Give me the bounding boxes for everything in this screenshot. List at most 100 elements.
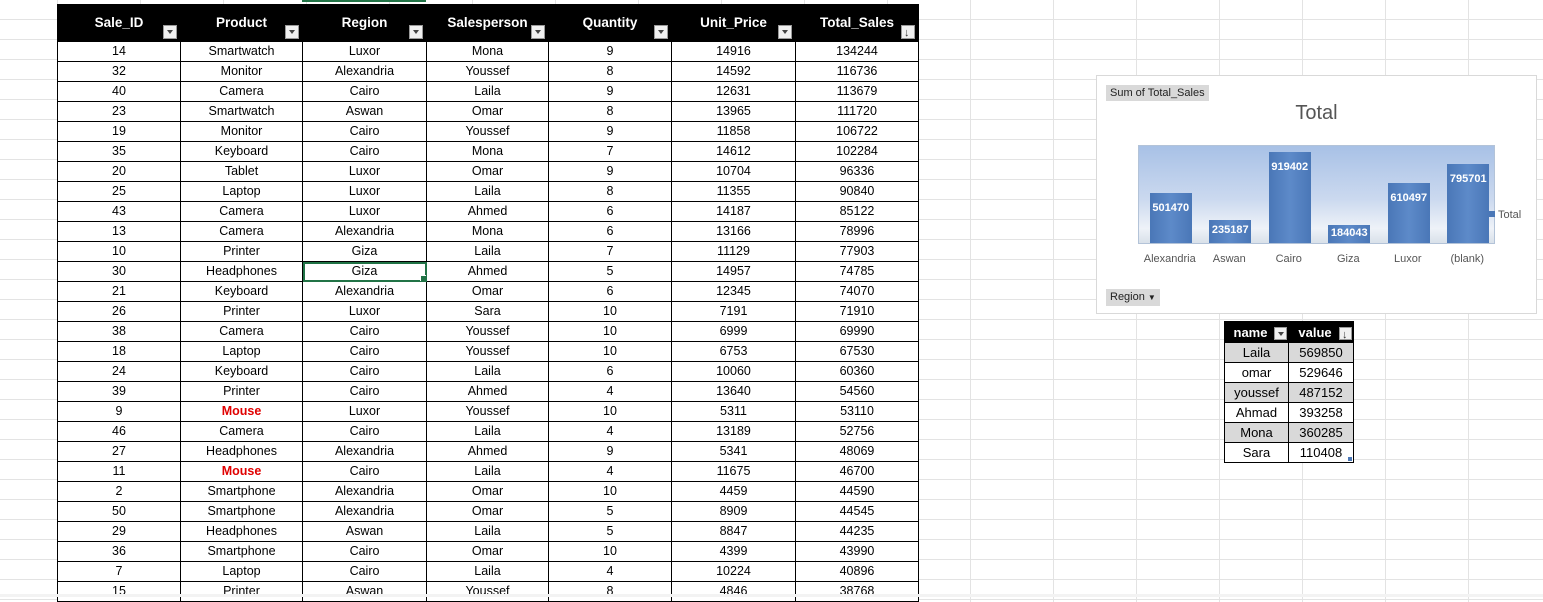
table-cell[interactable]: 134244 <box>795 41 919 62</box>
table-cell[interactable]: 8 <box>548 61 672 82</box>
table-cell[interactable]: Printer <box>180 241 303 262</box>
table-cell[interactable]: 14187 <box>671 201 796 222</box>
table-cell[interactable]: 10 <box>548 321 672 342</box>
table-cell[interactable]: 111720 <box>795 101 919 122</box>
table-cell[interactable]: 106722 <box>795 121 919 142</box>
filter-dropdown-icon[interactable] <box>409 25 423 39</box>
table-cell[interactable]: Laila <box>426 561 549 582</box>
table-cell[interactable]: Laptop <box>180 341 303 362</box>
table-cell[interactable]: Mouse <box>180 461 303 482</box>
table-cell[interactable]: 4 <box>548 421 672 442</box>
table-cell[interactable]: Smartphone <box>180 541 303 562</box>
table-cell[interactable]: 10704 <box>671 161 796 182</box>
table-cell[interactable]: 11675 <box>671 461 796 482</box>
table-cell[interactable]: Ahmed <box>426 441 549 462</box>
table-cell[interactable]: 4399 <box>671 541 796 562</box>
summary-cell[interactable]: 569850 <box>1288 342 1354 363</box>
table-cell[interactable]: Laila <box>426 81 549 102</box>
table-cell[interactable]: Alexandria <box>302 481 427 502</box>
table-cell[interactable]: 14612 <box>671 141 796 162</box>
table-cell[interactable]: 4 <box>548 381 672 402</box>
summary-cell[interactable]: 360285 <box>1288 422 1354 443</box>
table-cell[interactable]: 5311 <box>671 401 796 422</box>
filter-dropdown-icon[interactable] <box>778 25 792 39</box>
table-cell[interactable]: 14957 <box>671 261 796 282</box>
table-cell[interactable]: 10 <box>57 241 181 262</box>
table-cell[interactable]: 14592 <box>671 61 796 82</box>
table-cell[interactable]: Omar <box>426 281 549 302</box>
bar-luxor[interactable]: 610497 <box>1387 182 1430 243</box>
table-cell[interactable]: Ahmed <box>426 381 549 402</box>
table-cell[interactable]: 74785 <box>795 261 919 282</box>
summary-cell[interactable]: 393258 <box>1288 402 1354 423</box>
table-cell[interactable]: Mona <box>426 141 549 162</box>
table-cell[interactable]: Camera <box>180 201 303 222</box>
table-cell[interactable]: 6999 <box>671 321 796 342</box>
table-cell[interactable]: Luxor <box>302 301 427 322</box>
table-cell[interactable]: Laila <box>426 241 549 262</box>
table-cell[interactable]: 116736 <box>795 61 919 82</box>
table-cell[interactable]: 10 <box>548 301 672 322</box>
table-cell[interactable]: Alexandria <box>302 441 427 462</box>
table-cell[interactable]: 11858 <box>671 121 796 142</box>
table-cell[interactable]: 52756 <box>795 421 919 442</box>
table-cell[interactable]: Ahmed <box>426 261 549 282</box>
table-cell[interactable]: Cairo <box>302 81 427 102</box>
table-cell[interactable]: 39 <box>57 381 181 402</box>
table-cell[interactable]: 25 <box>57 181 181 202</box>
table-cell[interactable]: 13965 <box>671 101 796 122</box>
table-cell[interactable]: Smartwatch <box>180 41 303 62</box>
table-cell[interactable]: Keyboard <box>180 281 303 302</box>
table-cell[interactable]: Cairo <box>302 361 427 382</box>
table-cell[interactable]: Alexandria <box>302 501 427 522</box>
table-cell[interactable]: Youssef <box>426 401 549 422</box>
table-cell[interactable]: 4459 <box>671 481 796 502</box>
table-cell[interactable]: Cairo <box>302 121 427 142</box>
table-cell[interactable]: 69990 <box>795 321 919 342</box>
table-cell[interactable]: 4 <box>548 561 672 582</box>
table-cell[interactable]: 5341 <box>671 441 796 462</box>
table-cell[interactable]: 85122 <box>795 201 919 222</box>
summary-cell[interactable]: 529646 <box>1288 362 1354 383</box>
table-cell[interactable]: 14 <box>57 41 181 62</box>
table-cell[interactable]: 10224 <box>671 561 796 582</box>
table-cell[interactable]: 36 <box>57 541 181 562</box>
table-cell[interactable]: Monitor <box>180 121 303 142</box>
table-cell[interactable]: Aswan <box>302 581 427 602</box>
table-cell[interactable]: Monitor <box>180 61 303 82</box>
table-cell[interactable]: 7 <box>548 141 672 162</box>
table-cell[interactable]: Tablet <box>180 161 303 182</box>
table-cell[interactable]: Sara <box>426 301 549 322</box>
table-cell[interactable]: 46 <box>57 421 181 442</box>
table-cell[interactable]: Luxor <box>302 401 427 422</box>
table-cell[interactable]: 4846 <box>671 581 796 602</box>
table-cell[interactable]: Aswan <box>302 521 427 542</box>
table-cell[interactable]: Luxor <box>302 181 427 202</box>
table-cell[interactable]: Smartphone <box>180 481 303 502</box>
table-cell[interactable]: 11129 <box>671 241 796 262</box>
sort-descending-filter-icon[interactable] <box>901 24 915 41</box>
table-cell[interactable]: Cairo <box>302 461 427 482</box>
table-cell[interactable]: 6 <box>548 361 672 382</box>
table-cell[interactable]: 8 <box>548 581 672 602</box>
table-cell[interactable]: Omar <box>426 161 549 182</box>
table-cell[interactable]: Laila <box>426 361 549 382</box>
summary-cell[interactable]: 110408 <box>1288 442 1354 463</box>
table-cell[interactable]: 11 <box>57 461 181 482</box>
table-cell[interactable]: 13 <box>57 221 181 242</box>
table-cell[interactable]: Cairo <box>302 341 427 362</box>
table-cell[interactable]: Alexandria <box>302 61 427 82</box>
table-cell[interactable]: 8 <box>548 181 672 202</box>
summary-cell[interactable]: Sara <box>1224 442 1289 463</box>
table-cell[interactable]: Printer <box>180 381 303 402</box>
table-cell[interactable]: Cairo <box>302 541 427 562</box>
table-cell[interactable]: 54560 <box>795 381 919 402</box>
table-cell[interactable]: 9 <box>548 81 672 102</box>
table-cell[interactable]: 71910 <box>795 301 919 322</box>
table-cell[interactable]: 9 <box>57 401 181 422</box>
table-cell[interactable]: 6753 <box>671 341 796 362</box>
region-field-button[interactable]: Region ▼ <box>1106 289 1160 306</box>
table-cell[interactable]: 9 <box>548 441 672 462</box>
table-cell[interactable]: Luxor <box>302 41 427 62</box>
table-cell[interactable]: Luxor <box>302 161 427 182</box>
